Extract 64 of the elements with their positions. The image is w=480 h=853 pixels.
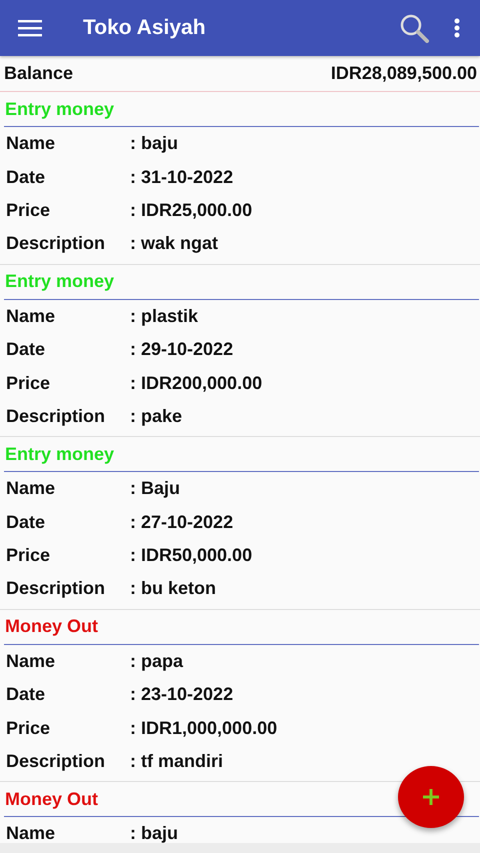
field-label: Name [6, 306, 56, 327]
search-icon[interactable] [399, 13, 429, 43]
field-separator: : [130, 823, 137, 843]
field-label: Date [6, 166, 46, 188]
field-value: baju [141, 133, 178, 154]
field-label: Description [6, 233, 106, 254]
field-separator: : [130, 306, 137, 327]
field-value: papa [141, 650, 184, 672]
field-value: tf mandiri [141, 751, 224, 772]
field-label: Description [6, 751, 106, 772]
field-label: Price [6, 200, 52, 221]
field-separator: : [130, 478, 137, 500]
field-value: 23-10-2022 [141, 684, 234, 706]
field-separator: : [130, 545, 137, 566]
field-separator: : [130, 578, 137, 600]
app-title: Toko Asiyah [83, 16, 207, 40]
field-value: IDR1,000,000.00 [141, 718, 278, 739]
field-label: Name [6, 823, 56, 843]
field-label: Description [6, 578, 106, 600]
field-value: wak ngat [141, 233, 218, 254]
field-label: Price [6, 372, 52, 394]
field-value: IDR200,000.00 [141, 372, 262, 394]
field-separator: : [130, 339, 137, 360]
field-value: 29-10-2022 [141, 339, 234, 360]
field-separator: : [130, 684, 137, 706]
field-value: IDR25,000.00 [141, 200, 252, 221]
plus-icon [423, 789, 439, 805]
field-value: Baju [141, 478, 180, 500]
field-label: Name [6, 650, 56, 672]
field-separator: : [130, 372, 137, 394]
field-label: Description [6, 406, 106, 427]
entry-heading: Money Out [5, 616, 98, 638]
field-value: plastik [141, 306, 198, 327]
field-separator: : [130, 166, 137, 188]
balance-label: Balance [4, 63, 74, 84]
field-value: 31-10-2022 [141, 166, 234, 188]
field-value: pake [141, 406, 182, 427]
entry-heading: Entry money [5, 271, 114, 292]
menu-icon[interactable] [18, 19, 42, 37]
entry-heading: Entry money [5, 444, 114, 465]
add-button[interactable] [398, 766, 464, 828]
field-separator: : [130, 650, 137, 672]
field-value: IDR50,000.00 [141, 545, 252, 566]
field-separator: : [130, 200, 137, 221]
field-label: Date [6, 339, 46, 360]
field-separator: : [130, 133, 137, 154]
field-separator: : [130, 718, 137, 739]
field-label: Price [6, 545, 52, 566]
more-icon[interactable] [454, 18, 460, 38]
field-value: bu keton [141, 578, 216, 600]
field-separator: : [130, 406, 137, 427]
field-separator: : [130, 233, 137, 254]
field-separator: : [130, 751, 137, 772]
entry-heading: Money Out [5, 788, 98, 810]
field-separator: : [130, 512, 137, 533]
field-label: Name [6, 478, 56, 500]
field-label: Date [6, 512, 46, 533]
field-value: 27-10-2022 [141, 512, 234, 533]
field-value: baju [141, 823, 178, 843]
entry-heading: Entry money [5, 98, 114, 120]
field-label: Date [6, 684, 46, 706]
field-label: Name [6, 133, 56, 154]
field-label: Price [6, 718, 52, 739]
balance-amount: IDR28,089,500.00 [330, 63, 477, 84]
